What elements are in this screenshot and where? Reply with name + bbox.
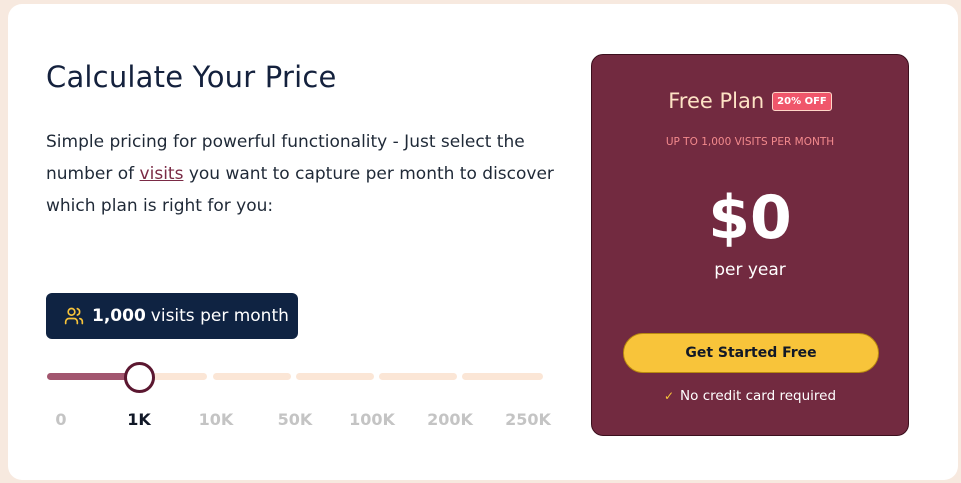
- discount-badge: 20% OFF: [772, 91, 832, 111]
- tick-label-10k[interactable]: 10K: [199, 410, 234, 429]
- slider-track-segment: [296, 373, 374, 380]
- tick-label-1k[interactable]: 1K: [127, 410, 151, 429]
- visits-count: 1,000: [92, 306, 146, 326]
- description: Simple pricing for powerful functionalit…: [46, 126, 566, 222]
- plan-header: Free Plan 20% OFF: [592, 89, 908, 113]
- plan-visit-limit: UP TO 1,000 VISITS PER MONTH: [665, 136, 835, 148]
- tick-label-200k[interactable]: 200K: [427, 410, 473, 429]
- tick-label-50k[interactable]: 50K: [278, 410, 313, 429]
- plan-price: $0: [708, 183, 792, 253]
- visits-per-month-badge: 1,000 visits per month: [46, 293, 298, 339]
- plan-name: Free Plan: [668, 89, 765, 113]
- check-icon: ✓: [663, 389, 675, 403]
- slider-thumb[interactable]: [124, 362, 155, 393]
- get-started-button[interactable]: Get Started Free: [623, 333, 879, 373]
- slider-track-segment: [379, 373, 457, 380]
- tick-label-0[interactable]: 0: [55, 410, 66, 429]
- visits-slider[interactable]: [47, 362, 543, 393]
- tick-label-250k[interactable]: 250K: [505, 410, 551, 429]
- users-icon: [64, 306, 84, 326]
- plan-card: Free Plan 20% OFF UP TO 1,000 VISITS PER…: [591, 54, 909, 436]
- visits-suffix: visits per month: [150, 306, 289, 326]
- price-period: per year: [714, 260, 786, 280]
- slider-track-segment: [462, 373, 543, 380]
- visits-link[interactable]: visits: [140, 164, 184, 184]
- page-title: Calculate Your Price: [46, 60, 337, 94]
- note-text: No credit card required: [680, 388, 837, 404]
- tick-label-100k[interactable]: 100K: [349, 410, 395, 429]
- slider-track-segment: [213, 373, 291, 380]
- no-credit-card-note: ✓ No credit card required: [592, 388, 908, 404]
